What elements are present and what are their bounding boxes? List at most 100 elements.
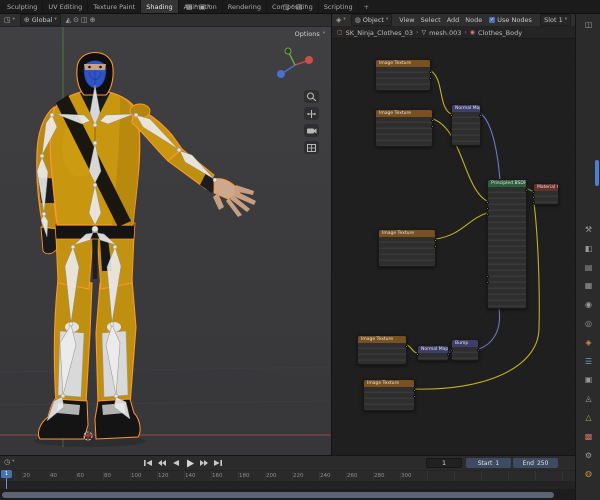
node-socket[interactable] [532, 195, 535, 199]
properties-tab-output[interactable]: ▤ [576, 260, 600, 276]
node-socket[interactable] [413, 394, 416, 398]
properties-tab-modifiers[interactable]: ☰ [576, 354, 600, 370]
node-socket[interactable] [477, 348, 480, 352]
node-socket[interactable] [405, 344, 408, 348]
node-canvas[interactable]: Image Texture Image Texture Normal Map Prin… [332, 39, 575, 455]
node-socket[interactable] [532, 190, 535, 194]
properties-tab-material[interactable]: ▩ [576, 429, 600, 445]
viewport-3d[interactable]: ◳ ▾ ⊕ Global ▾ ◭ ⊙ ◫ ⊕ Options ▾ [0, 14, 331, 455]
workspace-tab-shading[interactable]: Shading [141, 0, 179, 13]
workspace-tab-sculpting[interactable]: Sculpting [2, 0, 44, 13]
node-socket[interactable] [413, 388, 416, 392]
properties-editor-icon[interactable]: ◫ [576, 17, 600, 33]
play-reverse-button[interactable] [170, 458, 182, 468]
node-socket[interactable] [429, 76, 432, 80]
start-frame-field[interactable]: Start 1 [466, 458, 511, 468]
properties-tab-physics[interactable]: ◬ [576, 391, 600, 407]
shader-node-bump[interactable]: Bump [450, 339, 480, 361]
node-socket[interactable] [434, 244, 437, 248]
timeline[interactable]: ◷▾ 1 Start1 End250 120406080100120140160… [0, 455, 575, 500]
add-workspace-button[interactable]: + [359, 3, 374, 11]
end-frame-field[interactable]: End 250 [513, 458, 558, 468]
toggle-view-tool-button[interactable] [304, 141, 319, 154]
node-socket[interactable] [525, 188, 528, 192]
shader-node-image-texture-5[interactable]: Image Texture [363, 379, 416, 411]
menu-view[interactable]: View [397, 16, 416, 24]
shader-type-dropdown[interactable]: ◍ Object ▾ [350, 14, 393, 26]
editor-type-button[interactable]: ◳ ▾ [4, 16, 15, 24]
properties-tab-tool-settings[interactable]: ◍ [576, 466, 600, 482]
node-socket[interactable] [532, 200, 535, 204]
timeline-scrollbar-thumb[interactable] [2, 492, 554, 498]
navigation-gizmo[interactable] [274, 44, 316, 86]
jump-to-end-button[interactable] [212, 458, 224, 468]
topbar-selector-icon[interactable]: ◫ [283, 3, 290, 11]
node-socket[interactable] [486, 200, 489, 204]
properties-tab-scene[interactable]: ◉ [576, 297, 600, 313]
zoom-tool-button[interactable] [304, 90, 319, 103]
node-socket[interactable] [429, 70, 432, 74]
play-button[interactable] [184, 458, 196, 468]
shader-node-material-output[interactable]: Material Output [532, 183, 559, 205]
node-socket[interactable] [416, 352, 419, 356]
properties-scrollbar-thumb[interactable] [595, 160, 599, 186]
shader-node-image-texture-2[interactable]: Image Texture [375, 109, 434, 147]
topbar-selector-icon[interactable]: ▦ [186, 3, 193, 11]
shader-node-principled-bsdf[interactable]: Principled BSDF [486, 179, 528, 309]
camera-tool-button[interactable] [304, 124, 319, 137]
shader-node-image-texture-4[interactable]: Image Texture [357, 335, 408, 365]
properties-tab-particles[interactable]: ▣ [576, 372, 600, 388]
viewport-header-icon[interactable]: ◭ [66, 16, 71, 24]
workspace-tab-rendering[interactable]: Rendering [223, 0, 267, 13]
node-socket[interactable] [450, 113, 453, 117]
viewport-canvas[interactable] [0, 27, 331, 455]
properties-tab-active-tool[interactable]: ⚒ [576, 222, 600, 238]
breadcrumb-item[interactable]: SK_Ninja_Clothes_03 [346, 29, 413, 37]
node-socket[interactable] [486, 206, 489, 210]
jump-to-start-button[interactable] [142, 458, 154, 468]
properties-tab-object[interactable]: ◈ [576, 335, 600, 351]
viewport-header-icon[interactable]: ⊕ [90, 16, 96, 24]
editor-type-button[interactable]: ◷ ▾ [4, 459, 14, 466]
shader-node-editor[interactable]: ◈ ▾ ◍ Object ▾ View Select Add Node ✓ Use Node… [331, 14, 575, 455]
editor-type-button[interactable]: ◈ ▾ [336, 16, 346, 24]
viewport-header-icon[interactable]: ⊙ [73, 16, 79, 24]
node-socket[interactable] [479, 113, 482, 117]
properties-tab-object-data[interactable]: △ [576, 410, 600, 426]
node-socket[interactable] [486, 280, 489, 284]
use-nodes-checkbox[interactable]: ✓ [489, 17, 496, 23]
scene-selector[interactable]: ▦ ▾ ▣ ▾ [186, 0, 210, 14]
workspace-tab-scripting[interactable]: Scripting [319, 0, 359, 13]
viewport-header-icon[interactable]: ◫ [81, 16, 88, 24]
properties-tab-world[interactable]: ◎ [576, 316, 600, 332]
node-socket[interactable] [486, 274, 489, 278]
options-button[interactable]: Options ▾ [295, 30, 325, 38]
transform-orientation-dropdown[interactable]: ⊕ Global ▾ [19, 14, 61, 26]
slot-dropdown[interactable]: Slot 1 ▾ [540, 14, 571, 26]
shader-node-image-texture-1[interactable]: Image Texture [375, 59, 432, 91]
topbar-selector-icon[interactable]: ▣ [199, 3, 206, 11]
shader-node-normal-map-1[interactable]: Normal Map [450, 104, 482, 146]
properties-tab-render[interactable]: ◧ [576, 241, 600, 257]
properties-tab-view-layer[interactable]: ▦ [576, 278, 600, 294]
shader-node-normal-map-2[interactable]: Normal Map [416, 345, 450, 361]
node-socket[interactable] [486, 212, 489, 216]
move-tool-button[interactable] [304, 107, 319, 120]
node-socket[interactable] [431, 124, 434, 128]
breadcrumb-item[interactable]: Clothes_Body [478, 29, 522, 37]
breadcrumb-item[interactable]: mesh.003 [429, 29, 461, 37]
fast-forward-button[interactable] [198, 458, 210, 468]
menu-node[interactable]: Node [463, 16, 484, 24]
shader-node-image-texture-3[interactable]: Image Texture [378, 229, 437, 267]
menu-add[interactable]: Add [445, 16, 462, 24]
topbar-selector-icon[interactable]: ▤ [296, 3, 303, 11]
playhead[interactable]: 1 [1, 470, 12, 478]
frame-ruler[interactable]: 1204060801001201401601802002202402602803… [0, 470, 575, 481]
properties-tab-texture[interactable]: ⚙ [576, 448, 600, 464]
menu-select[interactable]: Select [419, 16, 443, 24]
view-layer-selector[interactable]: ◫ ▾ ▤ ▾ [283, 0, 307, 14]
timeline-track-area[interactable] [0, 481, 575, 489]
node-socket[interactable] [431, 118, 434, 122]
character-model[interactable] [36, 52, 256, 440]
workspace-tab-uv-editing[interactable]: UV Editing [43, 0, 89, 13]
